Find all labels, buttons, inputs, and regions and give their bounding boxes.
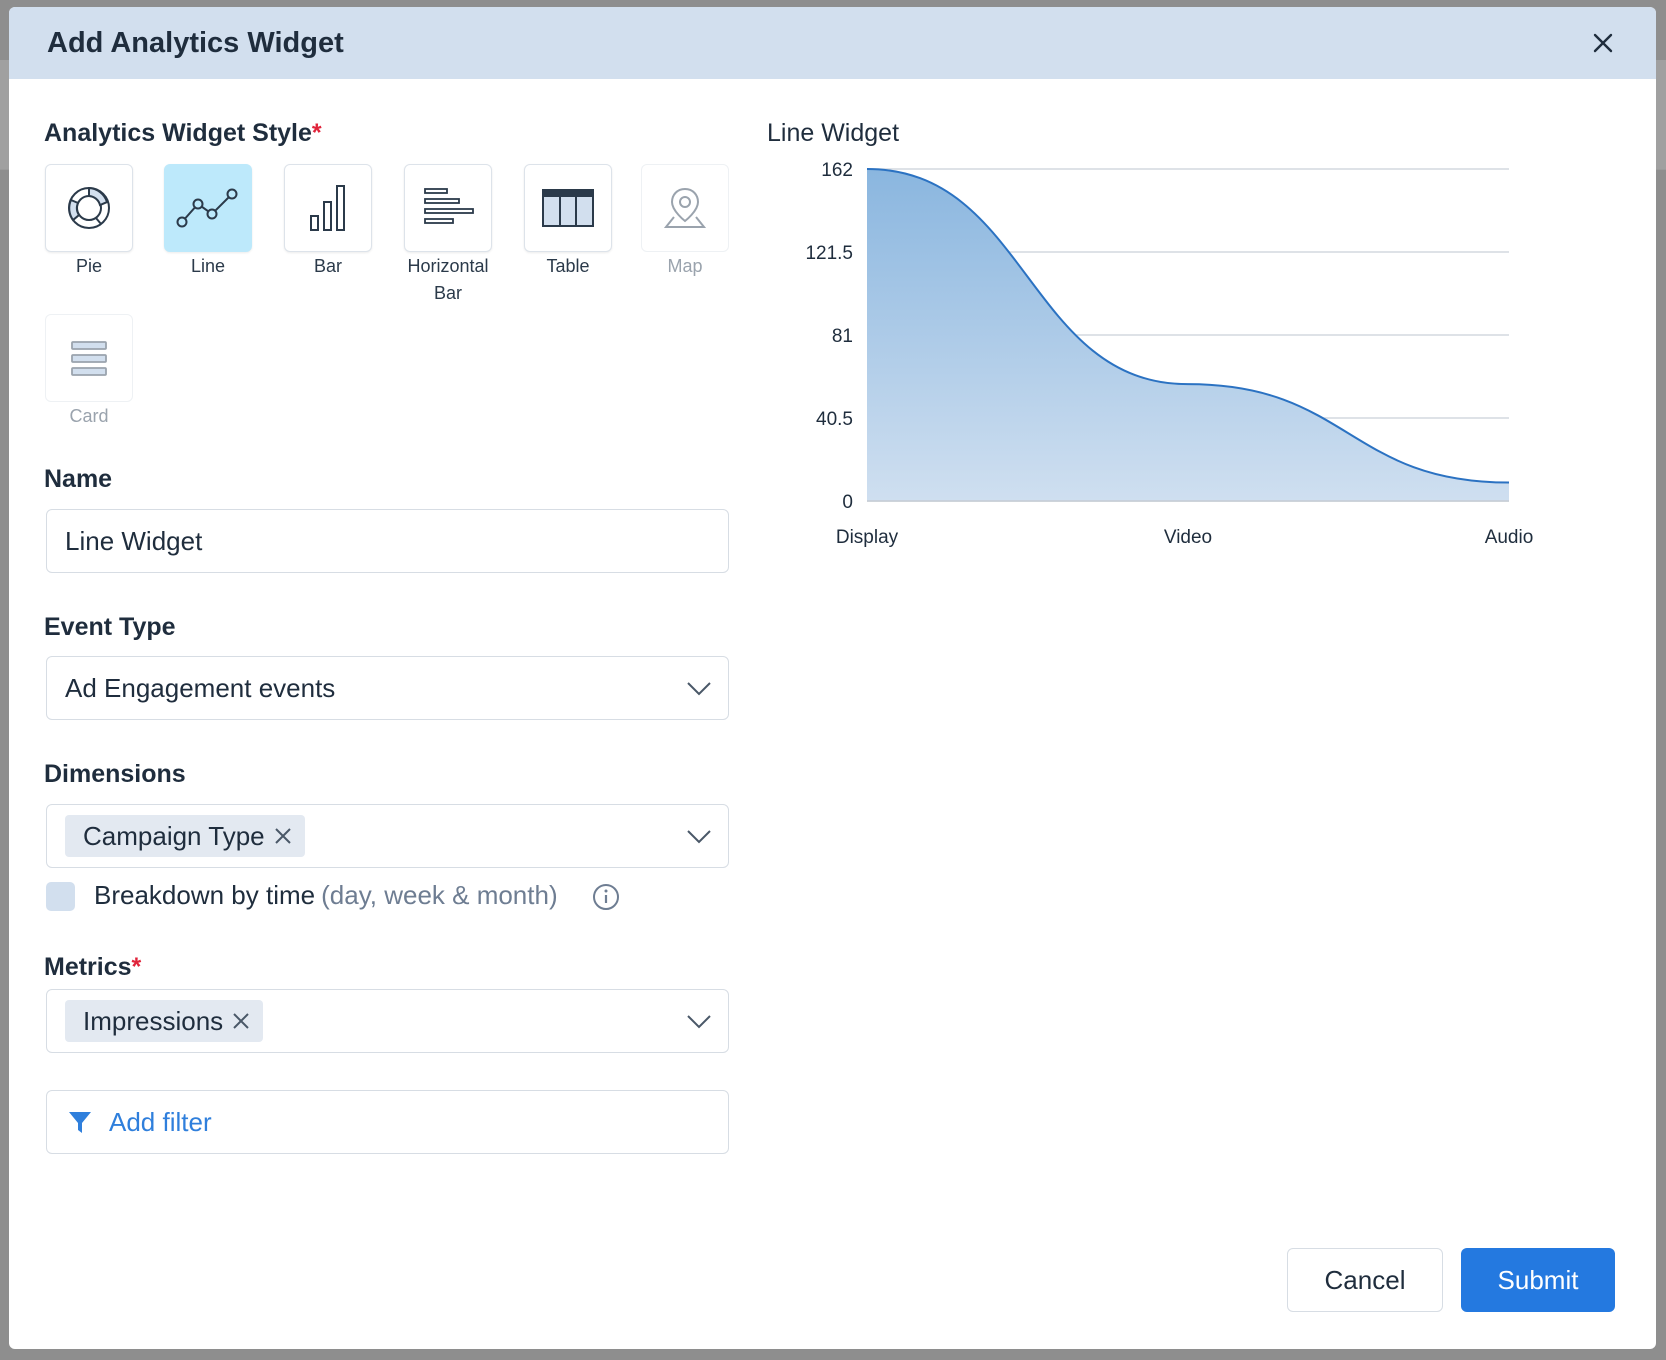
dialog-header: Add Analytics Widget bbox=[9, 7, 1656, 79]
dialog-title: Add Analytics Widget bbox=[47, 26, 344, 59]
name-label: Name bbox=[44, 465, 113, 493]
y-tick-label: 81 bbox=[832, 326, 853, 347]
filter-icon bbox=[69, 1112, 91, 1133]
chart-title: Line Widget bbox=[767, 119, 900, 147]
event-type-select[interactable]: Ad Engagement events bbox=[46, 656, 729, 720]
y-tick-label: 121.5 bbox=[805, 243, 853, 264]
style-option-pie[interactable] bbox=[45, 164, 133, 252]
dimension-chip-label: Campaign Type bbox=[83, 820, 265, 851]
y-tick-label: 162 bbox=[821, 160, 853, 181]
dimensions-select[interactable]: Campaign Type bbox=[46, 804, 729, 868]
cancel-button[interactable]: Cancel bbox=[1287, 1248, 1443, 1312]
x-tick-label: Video bbox=[1164, 527, 1212, 548]
info-icon[interactable] bbox=[592, 883, 620, 911]
event-type-value: Ad Engagement events bbox=[65, 672, 336, 703]
style-option-horizontal-bar[interactable] bbox=[404, 164, 492, 252]
dimension-chip: Campaign Type bbox=[65, 815, 305, 857]
style-label-bar: Bar bbox=[313, 256, 342, 276]
close-icon bbox=[233, 1013, 249, 1029]
card-icon bbox=[71, 341, 107, 376]
close-button[interactable] bbox=[1588, 28, 1618, 58]
name-input[interactable] bbox=[65, 525, 710, 557]
style-option-line[interactable] bbox=[164, 164, 252, 252]
line-chart-icon bbox=[176, 188, 238, 228]
chevron-down-icon bbox=[687, 1015, 711, 1029]
event-type-label: Event Type bbox=[44, 613, 176, 641]
table-icon bbox=[542, 189, 594, 227]
breakdown-checkbox[interactable] bbox=[46, 882, 75, 911]
metric-chip: Impressions bbox=[65, 1000, 264, 1042]
x-tick-label: Audio bbox=[1485, 527, 1534, 548]
add-filter-button[interactable]: Add filter bbox=[46, 1090, 729, 1154]
style-option-map[interactable] bbox=[641, 164, 729, 252]
widget-style-label: Analytics Widget Style* bbox=[44, 119, 322, 147]
name-field[interactable] bbox=[46, 509, 729, 573]
chevron-down-icon bbox=[687, 830, 711, 844]
breakdown-label: Breakdown by time (day, week & month) bbox=[94, 880, 558, 910]
metric-chip-label: Impressions bbox=[83, 1005, 224, 1036]
style-label-pie: Pie bbox=[75, 256, 102, 276]
close-icon bbox=[1593, 33, 1613, 53]
dimensions-label: Dimensions bbox=[44, 760, 186, 788]
bar-chart-icon bbox=[310, 185, 345, 231]
style-label-map: Map bbox=[667, 256, 703, 276]
style-label-table: Table bbox=[546, 256, 590, 276]
remove-metric-button[interactable] bbox=[231, 1011, 251, 1031]
x-tick-label: Display bbox=[836, 527, 899, 548]
style-option-bar[interactable] bbox=[284, 164, 372, 252]
style-label-horizontal-bar: Horizontal Bar bbox=[407, 256, 489, 303]
style-option-table[interactable] bbox=[524, 164, 612, 252]
chevron-down-icon bbox=[687, 682, 711, 696]
style-label-line: Line bbox=[190, 256, 226, 276]
close-icon bbox=[274, 828, 291, 844]
remove-dimension-button[interactable] bbox=[273, 826, 293, 846]
y-tick-label: 0 bbox=[842, 492, 853, 513]
pie-icon bbox=[68, 186, 110, 229]
add-widget-dialog: Add Analytics Widget Analytics Widget St… bbox=[9, 7, 1656, 1349]
style-option-card[interactable] bbox=[45, 314, 133, 402]
map-pin-icon bbox=[663, 187, 707, 228]
add-filter-label: Add filter bbox=[109, 1106, 212, 1137]
y-tick-label: 40.5 bbox=[816, 409, 853, 430]
metrics-select[interactable]: Impressions bbox=[46, 989, 729, 1053]
metrics-label: Metrics* bbox=[44, 953, 142, 981]
style-label-card: Card bbox=[69, 406, 109, 426]
horizontal-bar-icon bbox=[424, 188, 474, 224]
submit-button[interactable]: Submit bbox=[1461, 1248, 1615, 1312]
chart-preview: 162 121.5 81 40.5 0 Display Video Audio bbox=[805, 160, 1534, 548]
